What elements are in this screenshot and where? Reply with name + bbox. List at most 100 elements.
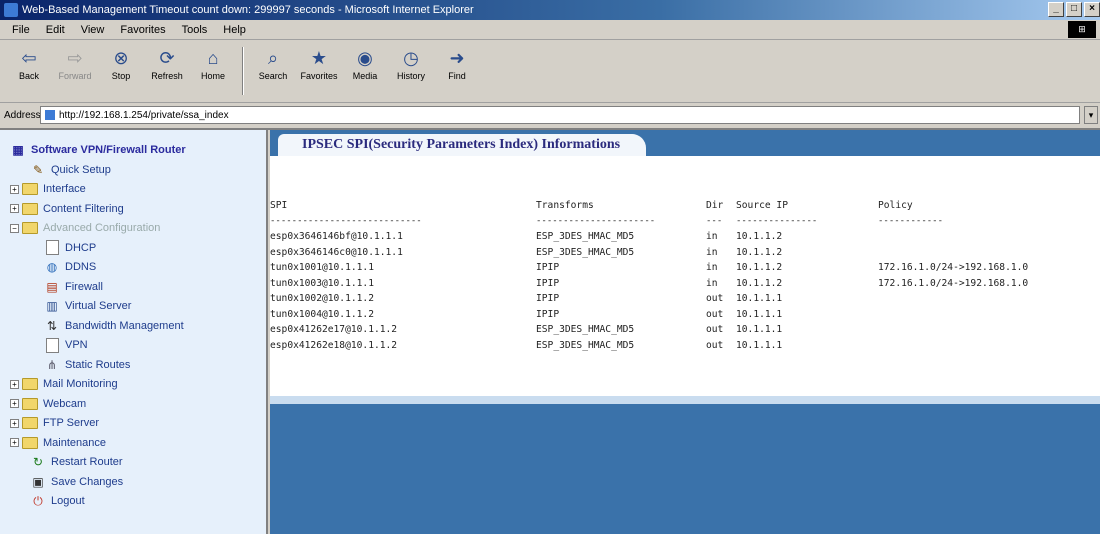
cell-source-ip: 10.1.1.1 xyxy=(736,308,783,320)
sidebar-item-dhcp[interactable]: DHCP xyxy=(10,238,266,258)
cell-policy xyxy=(878,229,1098,245)
cell-transforms: IPIP xyxy=(536,277,560,289)
expand-icon[interactable]: + xyxy=(10,184,19,194)
separator-transforms: ---------------------- xyxy=(536,216,656,227)
refresh-button[interactable]: ⟳ Refresh xyxy=(144,45,190,99)
forward-button[interactable]: ⇨ Forward xyxy=(52,45,98,99)
media-button[interactable]: ◉ Media xyxy=(342,45,388,99)
cell-dir: in xyxy=(706,246,718,258)
menu-view[interactable]: View xyxy=(73,24,113,36)
address-input[interactable]: http://192.168.1.254/private/ssa_index xyxy=(40,106,1080,124)
cell-source-ip: 10.1.1.1 xyxy=(736,339,783,351)
sidebar-item-ftp-server[interactable]: + FTP Server xyxy=(10,414,266,434)
cell-policy xyxy=(878,307,1098,323)
find-button[interactable]: ➜ Find xyxy=(434,45,480,99)
expand-icon[interactable]: + xyxy=(10,418,19,428)
sidebar-item-ddns[interactable]: ◍ DDNS xyxy=(10,258,266,278)
sidebar-item-firewall[interactable]: ▤ Firewall xyxy=(10,277,266,297)
find-icon: ➜ xyxy=(449,47,465,68)
header-transforms: Transforms xyxy=(536,200,594,212)
cell-transforms: ESP_3DES_HMAC_MD5 xyxy=(536,246,635,258)
wand-icon: ✎ xyxy=(32,162,44,177)
back-arrow-icon: ⇦ xyxy=(21,47,37,68)
cell-policy: 172.16.1.0/24->192.168.1.0 xyxy=(878,277,1029,289)
separator-dir: --- xyxy=(706,216,723,227)
sidebar-item-vpn[interactable]: VPN xyxy=(10,336,266,356)
address-url: http://192.168.1.254/private/ssa_index xyxy=(59,109,229,121)
minimize-button[interactable]: _ xyxy=(1048,2,1064,17)
menu-help[interactable]: Help xyxy=(215,24,254,36)
sidebar-item-quick-setup[interactable]: ✎ Quick Setup xyxy=(10,160,266,180)
media-icon: ◉ xyxy=(357,47,373,68)
navigation-tree: ▦ Software VPN/Firewall Router ✎ Quick S… xyxy=(0,130,268,534)
sidebar-item-static-routes[interactable]: ⋔ Static Routes xyxy=(10,355,266,375)
folder-icon xyxy=(22,202,38,215)
window-controls: _ □ × xyxy=(1048,2,1100,17)
sidebar-item-advanced-configuration[interactable]: − Advanced Configuration xyxy=(10,219,266,239)
back-button[interactable]: ⇦ Back xyxy=(6,45,52,99)
window-title: Web-Based Management Timeout count down:… xyxy=(22,4,474,16)
server-icon: ▥ xyxy=(46,299,58,314)
menu-file[interactable]: File xyxy=(4,24,38,36)
browser-toolbar: ⇦ Back ⇨ Forward ⊗ Stop ⟳ Refresh ⌂ Home… xyxy=(0,41,1100,103)
favorites-button[interactable]: ★ Favorites xyxy=(296,45,342,99)
sidebar-item-webcam[interactable]: + Webcam xyxy=(10,394,266,414)
tree-root[interactable]: ▦ Software VPN/Firewall Router xyxy=(10,140,266,160)
cell-policy: 172.16.1.0/24->192.168.1.0 xyxy=(878,262,1029,274)
cell-dir: in xyxy=(706,262,718,274)
cell-transforms: ESP_3DES_HMAC_MD5 xyxy=(536,324,635,336)
expand-icon[interactable]: + xyxy=(10,204,19,214)
menu-edit[interactable]: Edit xyxy=(38,24,73,36)
close-button[interactable]: × xyxy=(1084,2,1100,17)
sidebar-item-interface[interactable]: + Interface xyxy=(10,180,266,200)
sidebar-item-maintenance[interactable]: + Maintenance xyxy=(10,433,266,453)
sidebar-item-restart-router[interactable]: ↻ Restart Router xyxy=(10,453,266,473)
sa-table: SPI Transforms Dir Source IP Policy ----… xyxy=(270,198,1098,353)
separator-spi: ---------------------------- xyxy=(270,216,422,227)
cell-transforms: IPIP xyxy=(536,293,560,305)
stop-button[interactable]: ⊗ Stop xyxy=(98,45,144,99)
globe-icon: ◍ xyxy=(46,260,58,275)
refresh-icon: ⟳ xyxy=(159,47,175,68)
sidebar-item-virtual-server[interactable]: ▥ Virtual Server xyxy=(10,297,266,317)
cell-spi: esp0x3646146bf@10.1.1.1 xyxy=(270,231,403,243)
menu-tools[interactable]: Tools xyxy=(174,24,216,36)
table-row: tun0x1001@10.1.1.1 IPIP in 10.1.1.2 172.… xyxy=(270,260,1098,276)
home-button[interactable]: ⌂ Home xyxy=(190,45,236,99)
collapse-icon[interactable]: − xyxy=(10,223,19,233)
menu-favorites[interactable]: Favorites xyxy=(112,24,173,36)
tree-root-label: Software VPN/Firewall Router xyxy=(31,144,186,156)
cell-spi: tun0x1002@10.1.1.2 xyxy=(270,293,374,305)
open-folder-icon xyxy=(22,222,38,235)
sidebar-item-save-changes[interactable]: ▣ Save Changes xyxy=(10,472,266,492)
folder-icon xyxy=(22,378,38,391)
internet-explorer-icon xyxy=(4,3,18,17)
maximize-button[interactable]: □ xyxy=(1066,2,1082,17)
expand-icon[interactable]: + xyxy=(10,379,19,389)
cell-source-ip: 10.1.1.2 xyxy=(736,277,783,289)
sidebar-item-content-filtering[interactable]: + Content Filtering xyxy=(10,199,266,219)
routes-icon: ⋔ xyxy=(46,357,58,372)
table-row: tun0x1004@10.1.1.2 IPIP out 10.1.1.1 xyxy=(270,307,1098,323)
sidebar-item-mail-monitoring[interactable]: + Mail Monitoring xyxy=(10,375,266,395)
windows-logo-icon: ⊞ xyxy=(1068,21,1096,38)
table-row: esp0x41262e18@10.1.1.2 ESP_3DES_HMAC_MD5… xyxy=(270,338,1098,354)
separator-source-ip: --------------- xyxy=(736,216,818,227)
favorites-icon: ★ xyxy=(310,47,328,68)
history-button[interactable]: ◷ History xyxy=(388,45,434,99)
page-icon xyxy=(45,110,55,120)
cell-source-ip: 10.1.1.2 xyxy=(736,246,783,258)
sidebar-item-bandwidth-management[interactable]: ⇅ Bandwidth Management xyxy=(10,316,266,336)
sidebar-item-logout[interactable]: ⏻ Logout xyxy=(10,492,266,512)
expand-icon[interactable]: + xyxy=(10,438,19,448)
table-row: esp0x3646146bf@10.1.1.1 ESP_3DES_HMAC_MD… xyxy=(270,229,1098,245)
address-dropdown-button[interactable]: ▾ xyxy=(1084,106,1098,124)
firewall-icon: ▤ xyxy=(46,279,58,294)
cell-dir: out xyxy=(706,324,724,336)
cell-dir: out xyxy=(706,308,724,320)
search-button[interactable]: ⌕ Search xyxy=(250,45,296,99)
logout-icon: ⏻ xyxy=(33,493,43,508)
cell-source-ip: 10.1.1.1 xyxy=(736,293,783,305)
cell-policy xyxy=(878,291,1098,307)
expand-icon[interactable]: + xyxy=(10,399,19,409)
